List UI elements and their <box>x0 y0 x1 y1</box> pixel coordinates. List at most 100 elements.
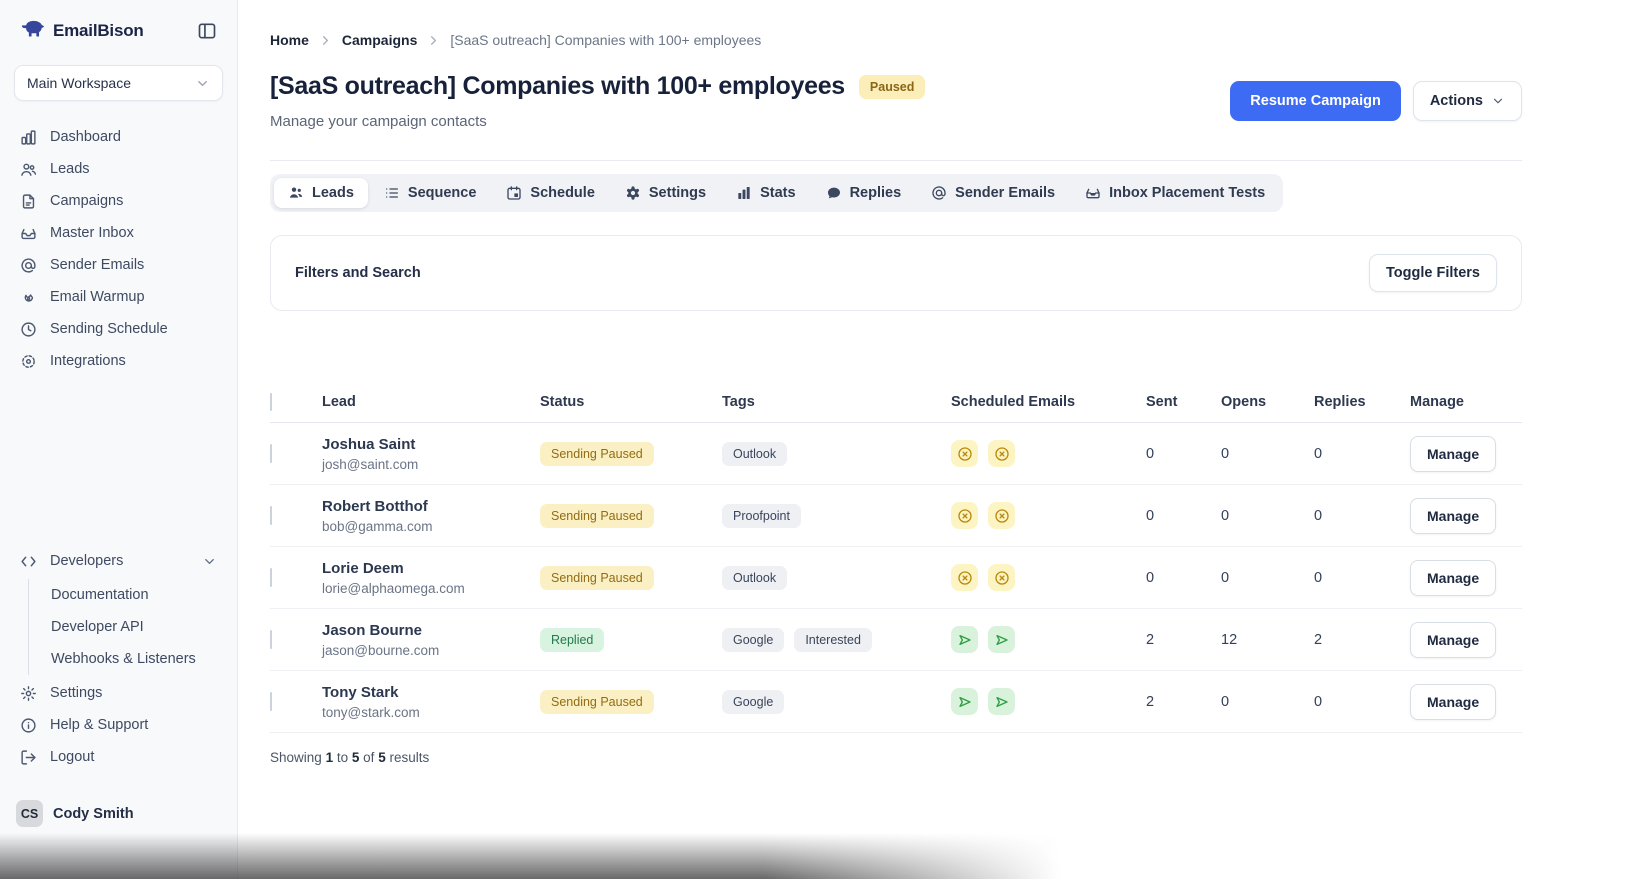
tab-inbox-placement-tests[interactable]: Inbox Placement Tests <box>1071 178 1279 208</box>
scheduled-email-sent-icon <box>951 626 978 653</box>
chevron-right-icon <box>426 33 441 48</box>
results-summary-text: of <box>363 750 375 765</box>
sidebar-item-help-support[interactable]: Help & Support <box>14 709 223 741</box>
breadcrumb-campaigns[interactable]: Campaigns <box>342 32 417 48</box>
tab-sequence[interactable]: Sequence <box>370 178 491 208</box>
row-checkbox[interactable] <box>270 443 272 463</box>
scheduled-email-sent-icon <box>951 688 978 715</box>
workspace-selector[interactable]: Main Workspace <box>14 65 223 101</box>
lead-email: josh@saint.com <box>322 456 419 472</box>
sidebar-item-label: Developers <box>50 553 124 569</box>
sidebar-item-logout[interactable]: Logout <box>14 741 223 773</box>
at-sign-icon <box>20 257 37 274</box>
replies-count: 0 <box>1314 445 1323 462</box>
sidebar-collapse-icon[interactable] <box>197 21 217 41</box>
logout-icon <box>20 749 37 766</box>
tab-sender-emails[interactable]: Sender Emails <box>917 178 1069 208</box>
actions-button-label: Actions <box>1429 93 1483 109</box>
main-content: Home Campaigns [SaaS outreach] Companies… <box>238 0 1646 879</box>
manage-button[interactable]: Manage <box>1410 435 1497 472</box>
sidebar-item-label: Dashboard <box>50 129 121 145</box>
app-window: EmailBison Main Workspace Dashboard Lead… <box>0 0 1646 879</box>
sidebar-item-campaigns[interactable]: Campaigns <box>14 185 223 217</box>
sidebar-item-sender-emails[interactable]: Sender Emails <box>14 249 223 281</box>
scheduled-email-cancelled-icon <box>988 502 1015 529</box>
scheduled-email-cancelled-icon <box>988 440 1015 467</box>
scheduled-email-cancelled-icon <box>951 440 978 467</box>
row-checkbox[interactable] <box>270 505 272 525</box>
results-to: 5 <box>351 750 360 765</box>
bar-chart-icon <box>20 129 37 146</box>
table-row: Robert Botthof bob@gamma.com Sending Pau… <box>270 485 1522 547</box>
lead-name: Tony Stark <box>322 683 399 701</box>
opens-count: 0 <box>1221 693 1230 710</box>
sidebar-item-email-warmup[interactable]: Email Warmup <box>14 281 223 313</box>
current-user[interactable]: CS Cody Smith <box>14 800 223 827</box>
manage-button[interactable]: Manage <box>1410 497 1497 534</box>
tab-settings[interactable]: Settings <box>611 178 720 208</box>
gear-icon <box>625 185 641 201</box>
sidebar-item-integrations[interactable]: Integrations <box>14 345 223 377</box>
resume-campaign-button[interactable]: Resume Campaign <box>1230 81 1401 121</box>
tag-badge: Google <box>722 627 785 652</box>
scheduled-email-cancelled-icon <box>988 564 1015 591</box>
row-checkbox[interactable] <box>270 567 272 587</box>
opens-count: 12 <box>1221 631 1238 648</box>
filters-card: Filters and Search Toggle Filters <box>270 235 1522 311</box>
sidebar-item-sending-schedule[interactable]: Sending Schedule <box>14 313 223 345</box>
sidebar-item-dashboard[interactable]: Dashboard <box>14 121 223 153</box>
sidebar-item-settings[interactable]: Settings <box>14 677 223 709</box>
status-badge: Replied <box>540 627 605 652</box>
opens-count: 0 <box>1221 569 1230 586</box>
at-sign-icon <box>931 185 947 201</box>
sidebar-item-label: Sending Schedule <box>50 321 168 337</box>
lead-name: Lorie Deem <box>322 559 404 577</box>
manage-button[interactable]: Manage <box>1410 683 1497 720</box>
replies-count: 0 <box>1314 507 1323 524</box>
filters-title: Filters and Search <box>295 265 421 281</box>
sidebar-item-developers[interactable]: Developers <box>14 545 223 577</box>
tab-replies[interactable]: Replies <box>812 178 916 208</box>
select-all-checkbox[interactable] <box>270 392 272 411</box>
chevron-down-icon <box>202 554 217 569</box>
lead-email: tony@stark.com <box>322 704 420 720</box>
table-row: Lorie Deem lorie@alphaomega.com Sending … <box>270 547 1522 609</box>
sidebar-item-leads[interactable]: Leads <box>14 153 223 185</box>
sent-count: 0 <box>1146 569 1155 586</box>
chevron-right-icon <box>318 33 333 48</box>
opens-count: 0 <box>1221 507 1230 524</box>
table-row: Joshua Saint josh@saint.com Sending Paus… <box>270 423 1522 485</box>
tab-leads[interactable]: Leads <box>274 178 368 208</box>
leads-table: Lead Status Tags Scheduled Emails Sent O… <box>270 381 1522 765</box>
replies-count: 2 <box>1314 631 1323 648</box>
campaign-tabbar: Leads Sequence Schedule Settings Stats R… <box>270 174 1284 212</box>
sidebar: EmailBison Main Workspace Dashboard Lead… <box>0 0 238 879</box>
lead-email: bob@gamma.com <box>322 518 433 534</box>
manage-button[interactable]: Manage <box>1410 559 1497 596</box>
tab-schedule[interactable]: Schedule <box>492 178 608 208</box>
sidebar-item-developer-api[interactable]: Developer API <box>51 611 223 643</box>
flame-icon <box>20 289 37 306</box>
tab-stats[interactable]: Stats <box>722 178 809 208</box>
row-checkbox[interactable] <box>270 629 272 649</box>
table-row: Tony Stark tony@stark.com Sending Paused… <box>270 671 1522 733</box>
brand-name: EmailBison <box>53 20 144 40</box>
gear-icon <box>20 685 37 702</box>
sidebar-item-master-inbox[interactable]: Master Inbox <box>14 217 223 249</box>
sidebar-item-webhooks-listeners[interactable]: Webhooks & Listeners <box>51 643 223 675</box>
sidebar-item-documentation[interactable]: Documentation <box>51 579 223 611</box>
page-subtitle: Manage your campaign contacts <box>270 113 487 130</box>
toggle-filters-button[interactable]: Toggle Filters <box>1369 254 1497 292</box>
tag-badge: Interested <box>794 627 872 652</box>
row-checkbox[interactable] <box>270 691 272 711</box>
breadcrumb-home[interactable]: Home <box>270 32 309 48</box>
document-icon <box>20 193 37 210</box>
code-icon <box>20 553 37 570</box>
tag-badge: Proofpoint <box>722 503 801 528</box>
list-icon <box>384 185 400 201</box>
lead-name: Jason Bourne <box>322 621 423 639</box>
actions-button[interactable]: Actions <box>1412 81 1522 121</box>
breadcrumb: Home Campaigns [SaaS outreach] Companies… <box>270 0 1522 48</box>
workspace-selected-label: Main Workspace <box>27 75 132 91</box>
manage-button[interactable]: Manage <box>1410 621 1497 658</box>
